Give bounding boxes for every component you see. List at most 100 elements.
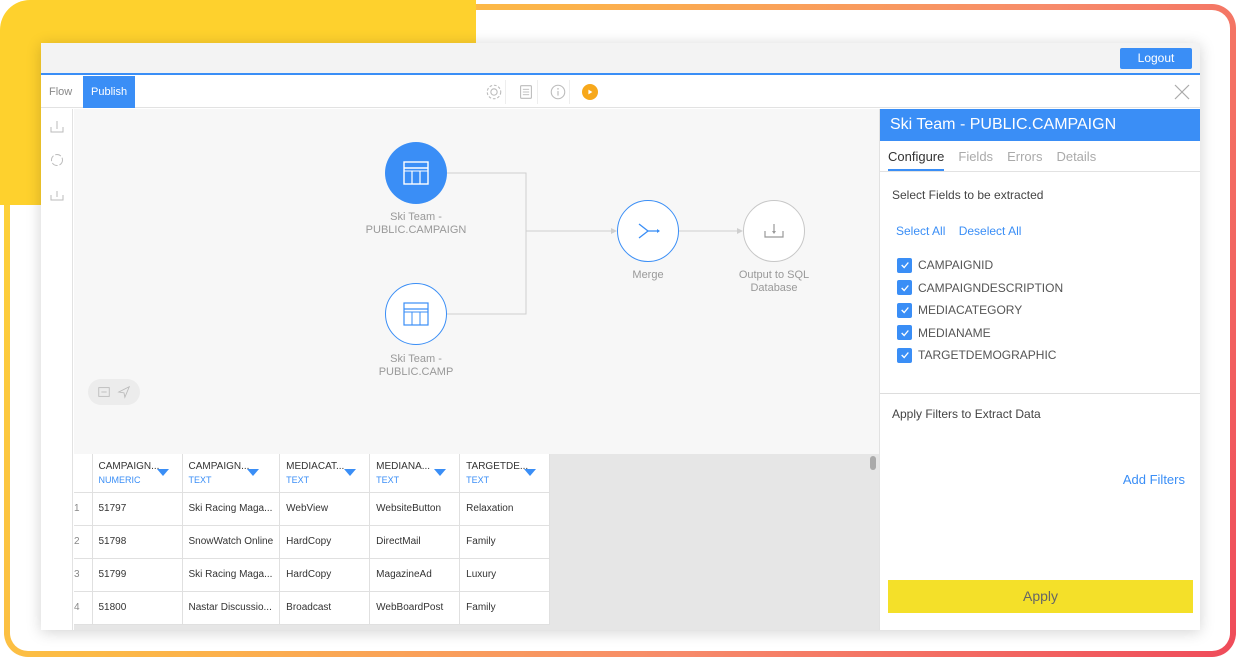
row-number: 4 — [74, 591, 93, 625]
table-cell: Broadcast — [279, 591, 371, 625]
node-label-line: PUBLIC.CAMPAIGN — [365, 224, 467, 236]
checkbox-checked-icon[interactable] — [897, 302, 912, 318]
dropdown-arrow-icon[interactable] — [246, 468, 259, 476]
column-header[interactable]: MEDIACAT... TEXT — [279, 454, 371, 493]
field-checkbox-item[interactable]: MEDIACATEGORY — [897, 299, 1200, 322]
dropdown-arrow-icon[interactable] — [524, 468, 537, 476]
tab-errors[interactable]: Errors — [1007, 141, 1042, 171]
column-header[interactable]: CAMPAIGN... NUMERIC — [92, 454, 183, 493]
add-filters-link[interactable]: Add Filters — [1123, 472, 1185, 487]
info-icon[interactable] — [546, 80, 570, 104]
dropdown-arrow-icon[interactable] — [156, 468, 169, 476]
upload-icon[interactable] — [41, 109, 73, 143]
table-cell: SnowWatch Online — [182, 525, 281, 559]
checkbox-checked-icon[interactable] — [897, 325, 912, 341]
fit-icon[interactable] — [97, 385, 111, 399]
table-cell: 51798 — [92, 525, 183, 559]
data-table: CAMPAIGN... NUMERIC CAMPAIGN... TEXT MEDIA… — [74, 454, 551, 625]
table-row[interactable]: 1 51797 Ski Racing Maga... WebView Websi… — [74, 492, 551, 526]
table-cell: Ski Racing Maga... — [182, 492, 281, 526]
refresh-icon[interactable] — [41, 143, 73, 177]
app-window: Logout Flow Publish Ski Team - PUBLIC.CA… — [41, 43, 1200, 630]
table-cell: WebsiteButton — [369, 492, 461, 526]
field-checkbox-item[interactable]: CAMPAIGNDESCRIPTION — [897, 277, 1200, 300]
table-cell: HardCopy — [279, 525, 371, 559]
logout-button[interactable]: Logout — [1120, 48, 1192, 69]
field-label: MEDIANAME — [918, 325, 991, 340]
flow-node-merge[interactable] — [617, 200, 679, 262]
toolbar: Flow Publish — [41, 76, 1200, 108]
deselect-all-link[interactable]: Deselect All — [959, 224, 1022, 238]
top-header: Logout — [41, 43, 1200, 75]
dropdown-arrow-icon[interactable] — [434, 468, 447, 476]
node-label-line: Output to SQL — [738, 269, 810, 281]
table-cell: 51799 — [92, 558, 183, 592]
column-type: TEXT — [286, 474, 310, 485]
column-header[interactable]: TARGETDE... TEXT — [459, 454, 551, 493]
checkbox-checked-icon[interactable] — [897, 280, 912, 296]
flow-canvas[interactable]: Ski Team - PUBLIC.CAMPAIGN Ski Team - PU… — [74, 109, 879, 454]
select-links: Select All Deselect All — [880, 202, 1200, 238]
apply-button[interactable]: Apply — [888, 580, 1193, 613]
tab-flow[interactable]: Flow — [41, 76, 80, 108]
divider — [880, 393, 1200, 394]
column-header[interactable]: MEDIANA... TEXT — [369, 454, 461, 493]
column-type: TEXT — [466, 474, 490, 485]
download-icon[interactable] — [41, 177, 73, 211]
tab-fields[interactable]: Fields — [958, 141, 993, 171]
settings-icon[interactable] — [482, 80, 506, 104]
table-row[interactable]: 3 51799 Ski Racing Maga... HardCopy Maga… — [74, 558, 551, 592]
table-icon — [403, 161, 429, 185]
node-label-line: Database — [750, 282, 798, 294]
side-toolbar — [41, 109, 73, 630]
vertical-scrollbar[interactable] — [870, 456, 876, 470]
table-cell: 51800 — [92, 591, 183, 625]
flow-node-output[interactable] — [743, 200, 805, 262]
checkbox-checked-icon[interactable] — [897, 257, 912, 273]
row-number-header — [74, 454, 93, 493]
flow-node-label: Merge — [632, 269, 664, 281]
tab-details[interactable]: Details — [1056, 141, 1096, 171]
tab-publish[interactable]: Publish — [83, 76, 136, 108]
field-label: CAMPAIGNDESCRIPTION — [918, 280, 1064, 295]
field-label: MEDIACATEGORY — [918, 303, 1023, 318]
config-panel: Ski Team - PUBLIC.CAMPAIGN Configure Fie… — [879, 109, 1200, 630]
node-label-line: Ski Team - — [390, 211, 442, 223]
checkbox-checked-icon[interactable] — [897, 347, 912, 363]
field-checkbox-item[interactable]: CAMPAIGNID — [897, 254, 1200, 277]
canvas-controls — [88, 379, 140, 405]
download-icon — [764, 224, 784, 238]
data-preview-grid: CAMPAIGN... NUMERIC CAMPAIGN... TEXT MEDIA… — [74, 454, 879, 630]
table-row[interactable]: 4 51800 Nastar Discussio... Broadcast We… — [74, 591, 551, 625]
table-cell: Ski Racing Maga... — [182, 558, 281, 592]
select-all-link[interactable]: Select All — [896, 224, 945, 238]
dropdown-arrow-icon[interactable] — [344, 468, 357, 476]
row-number: 1 — [74, 492, 93, 526]
table-cell: HardCopy — [279, 558, 371, 592]
table-cell: WebBoardPost — [369, 591, 461, 625]
run-icon[interactable] — [578, 80, 602, 104]
flow-node-camp[interactable] — [385, 283, 447, 345]
panel-tabs: Configure Fields Errors Details — [880, 141, 1200, 172]
table-cell: Family — [459, 591, 551, 625]
field-checkbox-item[interactable]: TARGETDEMOGRAPHIC — [897, 344, 1200, 367]
column-type: TEXT — [188, 474, 212, 485]
tab-configure[interactable]: Configure — [888, 141, 945, 171]
flow-node-label: Ski Team - PUBLIC.CAMP — [356, 353, 476, 379]
flow-node-campaign[interactable] — [385, 142, 447, 204]
table-cell: 51797 — [92, 492, 183, 526]
field-label: TARGETDEMOGRAPHIC — [918, 348, 1057, 363]
field-list: CAMPAIGNID CAMPAIGNDESCRIPTION MEDIACATE… — [880, 238, 1200, 367]
column-type: TEXT — [376, 474, 400, 485]
node-label-line: Ski Team - — [390, 353, 442, 365]
table-cell: WebView — [279, 492, 371, 526]
field-checkbox-item[interactable]: MEDIANAME — [897, 322, 1200, 345]
column-header[interactable]: CAMPAIGN... TEXT — [182, 454, 281, 493]
table-cell: Luxury — [459, 558, 551, 592]
flow-node-label: Output to SQL Database — [714, 269, 834, 295]
navigate-icon[interactable] — [117, 385, 131, 399]
document-icon[interactable] — [514, 80, 538, 104]
close-icon[interactable] — [1174, 84, 1190, 100]
table-row[interactable]: 2 51798 SnowWatch Online HardCopy Direct… — [74, 525, 551, 559]
table-cell: Nastar Discussio... — [182, 591, 281, 625]
